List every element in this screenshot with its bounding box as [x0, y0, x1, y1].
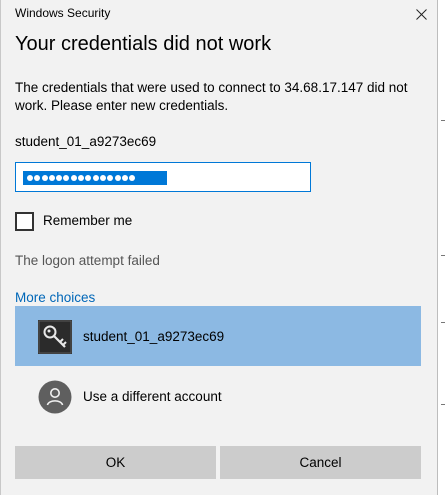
error-message: The credentials that were used to connec…	[15, 80, 408, 113]
account-option-different[interactable]: Use a different account	[15, 366, 421, 426]
password-dot	[85, 175, 92, 181]
password-dot	[27, 175, 33, 181]
remember-me-checkbox[interactable]	[15, 212, 34, 231]
password-dot	[34, 175, 41, 181]
status-text: The logon attempt failed	[15, 253, 160, 268]
credentials-dialog: Windows Security Your credentials did no…	[0, 0, 437, 495]
password-dot	[48, 175, 55, 181]
password-dot	[63, 175, 70, 181]
password-dot	[114, 175, 121, 181]
key-icon	[38, 320, 72, 354]
password-dot	[78, 175, 85, 181]
cancel-button[interactable]: Cancel	[220, 446, 421, 479]
edge-mark	[441, 120, 445, 121]
password-dot	[70, 175, 77, 181]
password-dot	[99, 175, 106, 181]
more-choices-link[interactable]: More choices	[15, 290, 95, 305]
password-dot	[107, 175, 114, 181]
password-dot	[41, 175, 48, 181]
password-masked-value	[23, 171, 167, 185]
dialog-heading: Your credentials did not work	[15, 33, 272, 55]
password-dot	[56, 175, 63, 181]
edge-mark	[441, 404, 445, 405]
password-field[interactable]	[15, 162, 311, 192]
account-option-label: Use a different account	[83, 389, 222, 404]
close-icon	[416, 8, 427, 20]
remember-me-label: Remember me	[43, 213, 133, 228]
ok-button[interactable]: OK	[15, 446, 216, 479]
account-option-current[interactable]: student_01_a9273ec69	[15, 306, 421, 366]
account-option-label: student_01_a9273ec69	[83, 329, 225, 344]
edge-mark	[441, 255, 445, 256]
close-button[interactable]	[405, 0, 438, 28]
edge-mark	[441, 322, 445, 323]
user-icon	[38, 380, 72, 414]
password-dot	[129, 175, 136, 181]
password-dot	[92, 175, 99, 181]
password-dot	[121, 175, 128, 181]
window-title: Windows Security	[15, 6, 111, 20]
background-window-edge	[437, 0, 447, 495]
username-label: student_01_a9273ec69	[15, 134, 157, 149]
